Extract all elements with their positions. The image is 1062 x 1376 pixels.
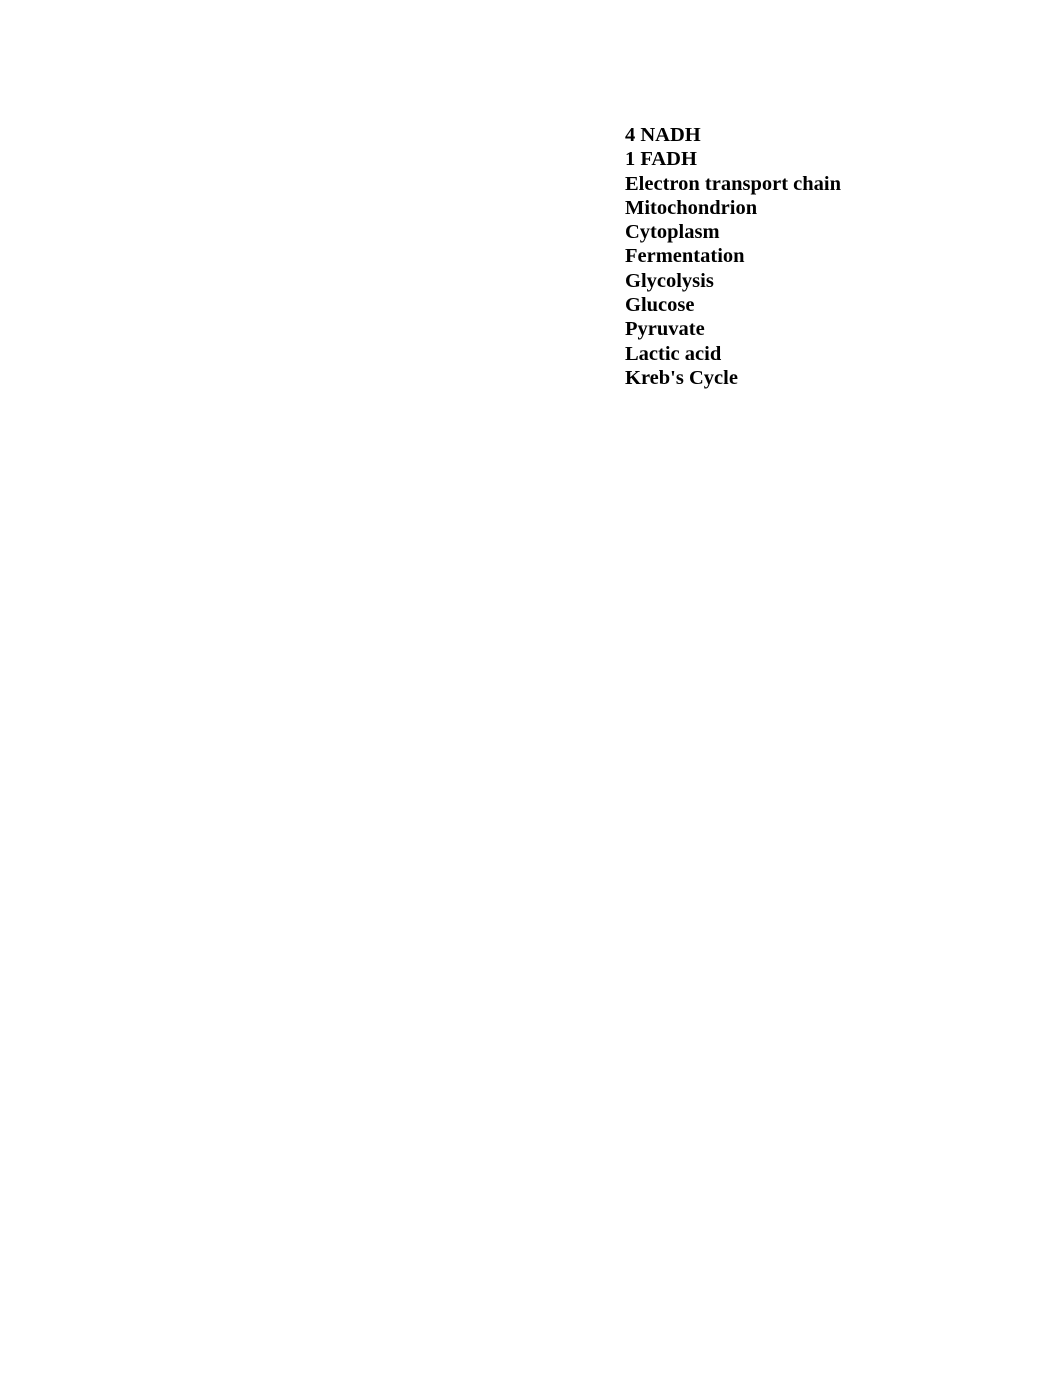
document-page: 4 NADH 1 FADH Electron transport chain M… bbox=[0, 0, 1062, 1376]
list-item: Lactic acid bbox=[625, 342, 722, 365]
list-item: Glucose bbox=[625, 294, 695, 317]
list-item: Cytoplasm bbox=[625, 221, 720, 244]
list-item: Glycolysis bbox=[625, 269, 714, 292]
term-list: 4 NADH 1 FADH Electron transport chain M… bbox=[625, 123, 841, 390]
list-item: Fermentation bbox=[625, 245, 745, 268]
list-item: Pyruvate bbox=[625, 318, 705, 341]
list-item: 1 FADH bbox=[625, 148, 697, 171]
list-item: 4 NADH bbox=[625, 124, 701, 146]
list-item: Mitochondrion bbox=[625, 196, 758, 219]
list-item: Kreb's Cycle bbox=[625, 366, 738, 389]
list-item: Electron transport chain bbox=[625, 172, 842, 195]
